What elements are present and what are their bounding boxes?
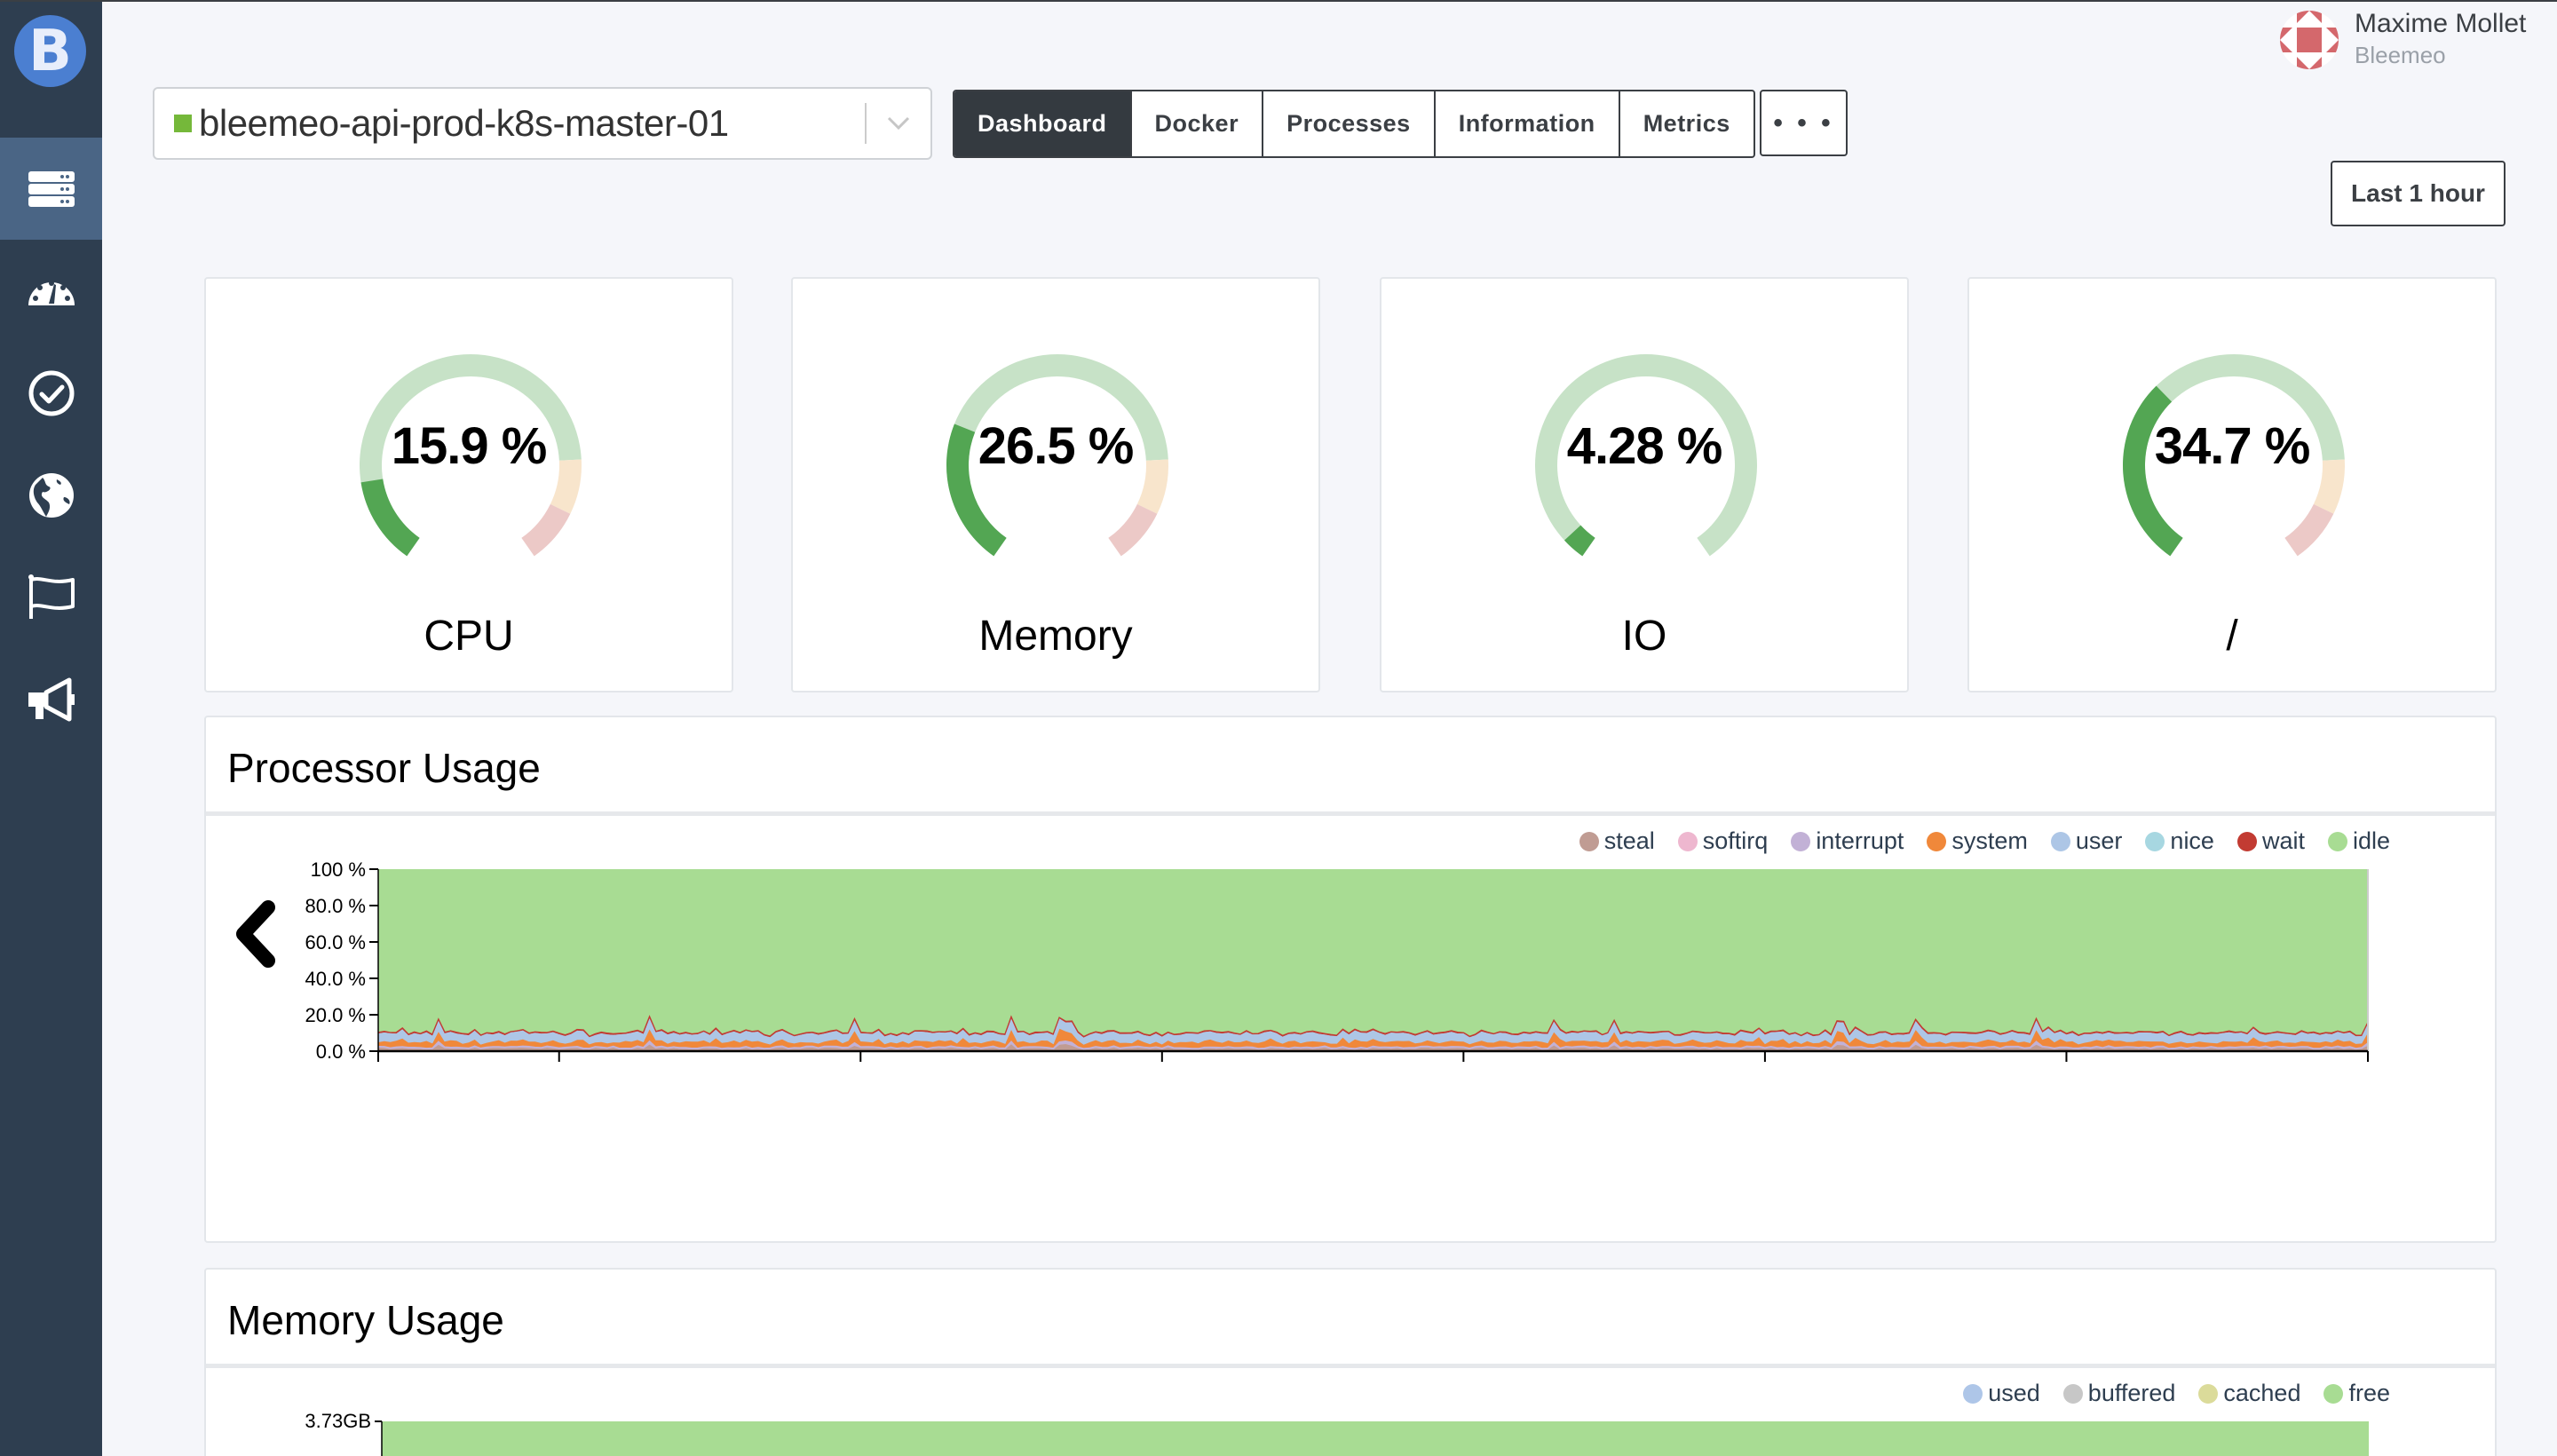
gauge-label: IO (1621, 613, 1667, 660)
more-options-button[interactable]: • • • (1760, 90, 1848, 156)
gauge-critical-zone (1108, 503, 1158, 557)
legend-item-buffered[interactable]: buffered (2062, 1380, 2176, 1407)
avatar (2280, 11, 2339, 69)
user-menu[interactable]: Maxime Mollet Bleemeo (2280, 7, 2526, 69)
host-select-value: bleemeo-api-prod-k8s-master-01 (199, 102, 729, 144)
legend-label: free (2348, 1380, 2390, 1406)
chevron-down-icon[interactable] (867, 116, 930, 131)
legend-dot (2050, 831, 2070, 851)
user-name: Maxime Mollet (2355, 9, 2527, 38)
legend-label: cached (2223, 1380, 2301, 1406)
tab-metrics[interactable]: Metrics (1618, 91, 1753, 156)
tab-docker[interactable]: Docker (1129, 91, 1263, 156)
legend-dot (1791, 831, 1811, 851)
gauge-critical-zone (2284, 503, 2334, 557)
gauge-value: 4.28 % (1566, 417, 1723, 475)
flag-icon (28, 574, 75, 619)
sidebar-item-infrastructure[interactable] (0, 138, 102, 240)
memory-free-area (382, 1421, 2369, 1456)
gauge-card-io[interactable]: 4.28 % IO (1380, 277, 1909, 692)
sidebar-item-checks[interactable] (0, 342, 102, 444)
globe-icon (28, 472, 74, 518)
sidebar-item-notifications[interactable] (0, 546, 102, 648)
panel-title: Processor Usage (227, 745, 541, 791)
legend-label: buffered (2087, 1380, 2176, 1406)
megaphone-icon (28, 677, 75, 721)
sidebar: B (0, 0, 102, 1456)
legend-label: used (1988, 1380, 2040, 1406)
y-tick-label: 60.0 % (305, 931, 367, 954)
legend-dot (2145, 831, 2165, 851)
gauge-card-memory[interactable]: 26.5 % Memory (791, 277, 1320, 692)
legend-dot (1963, 1383, 1983, 1404)
legend-dot (2062, 1383, 2083, 1404)
dashboard-gauge-icon (28, 280, 75, 305)
legend-item-cached[interactable]: cached (2198, 1380, 2300, 1407)
memory-usage-chart: 3.73GB (305, 1412, 2369, 1456)
memory-legend: used buffered cached free (1940, 1380, 2390, 1407)
gauge-value: 15.9 % (391, 417, 548, 475)
gauge-value: 26.5 % (978, 417, 1135, 475)
y-tick-label: 100 % (311, 859, 366, 881)
legend-dot (2327, 831, 2347, 851)
y-tick-label: 0.0 % (316, 1041, 366, 1063)
check-circle-icon (28, 370, 74, 415)
legend-item-free[interactable]: free (2323, 1380, 2390, 1407)
y-tick-label: 40.0 % (305, 968, 367, 990)
gauge-label: Memory (978, 613, 1133, 660)
memory-usage-panel: Memory Usage used buffered cached free 3… (204, 1268, 2497, 1456)
legend-dot (2323, 1383, 2344, 1404)
tab-dashboard[interactable]: Dashboard (954, 91, 1130, 156)
tab-processes[interactable]: Processes (1262, 91, 1434, 156)
logo-letter: B (28, 18, 72, 84)
gauge-label: CPU (424, 613, 514, 660)
sidebar-item-dashboards[interactable] (0, 240, 102, 342)
legend-dot (2236, 831, 2257, 851)
sidebar-item-web-monitoring[interactable] (0, 444, 102, 546)
panel-divider (206, 811, 2495, 816)
time-range-button[interactable]: Last 1 hour (2331, 161, 2506, 226)
legend-dot (1579, 831, 1599, 851)
host-status-indicator (174, 115, 192, 132)
gauge-label: / (2226, 613, 2238, 660)
host-tabs: Dashboard Docker Processes Information M… (953, 90, 1755, 158)
gauge-value-arc (360, 479, 420, 557)
y-tick-label: 20.0 % (305, 1004, 367, 1026)
legend-dot (1677, 831, 1698, 851)
legend-dot (1927, 831, 1947, 851)
sidebar-item-announcements[interactable] (0, 648, 102, 750)
processor-usage-panel: Processor Usage steal softirq interrupt … (204, 716, 2497, 1243)
gauge-card-cpu[interactable]: 15.9 % CPU (204, 277, 733, 692)
legend-item-used[interactable]: used (1963, 1380, 2040, 1407)
panel-title: Memory Usage (227, 1297, 504, 1343)
series-idle-area (378, 869, 2368, 1051)
bleemeo-logo[interactable]: B (14, 15, 86, 87)
processor-usage-chart: 0.0 %20.0 %40.0 %60.0 %80.0 %100 %14:441… (305, 859, 2370, 1063)
server-icon (28, 170, 75, 207)
gauge-value: 34.7 % (2154, 417, 2311, 475)
top-border (0, 0, 2557, 2)
legend-dot (2198, 1383, 2219, 1404)
y-tick-label: 3.73GB (305, 1412, 371, 1432)
host-select[interactable]: bleemeo-api-prod-k8s-master-01 (153, 87, 932, 160)
gauge-critical-zone (521, 503, 571, 557)
panel-divider (206, 1364, 2495, 1368)
y-tick-label: 80.0 % (305, 895, 367, 917)
gauge-card-root-filesystem[interactable]: 34.7 % / (1967, 277, 2497, 692)
user-organization: Bleemeo (2355, 42, 2446, 68)
tab-information[interactable]: Information (1433, 91, 1619, 156)
